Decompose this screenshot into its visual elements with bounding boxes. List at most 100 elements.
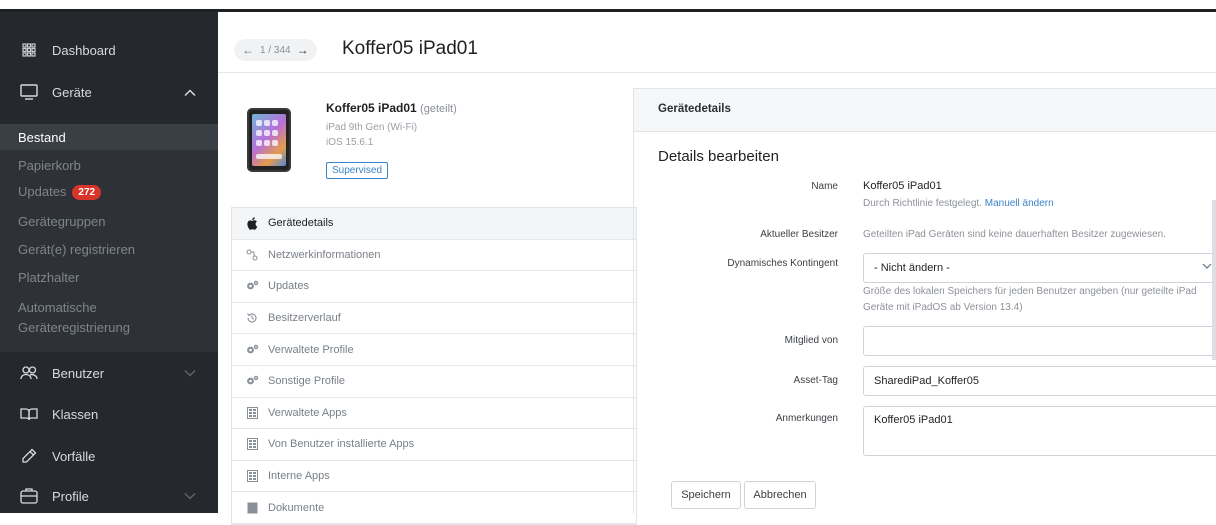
apps-icon [245,437,259,451]
device-name-text: Koffer05 iPad01 [326,101,417,115]
menu-item-label: Besitzerverlauf [268,312,341,325]
sidebar-item-registrieren[interactable]: Gerät(e) registrieren [18,242,135,257]
asset-tag-label: Asset-Tag [793,375,838,386]
owner-value: Geteilten iPad Geräten sind keine dauerh… [863,229,1166,240]
quota-hint-line-2: Geräte mit iPadOS ab Version 13.4) [863,302,1023,313]
chevron-down-icon [1202,262,1212,273]
ipad-image [247,108,291,172]
sidebar-item-label: Klassen [52,406,99,422]
sidebar-item-bestand[interactable]: Bestand [18,130,66,145]
gears-icon [245,343,259,357]
sidebar-item-klassen[interactable]: Klassen [0,402,218,426]
cancel-button[interactable]: Abbrechen [744,481,816,509]
menu-item-label: Dokumente [268,501,325,514]
chevron-down-icon [184,489,196,504]
notes-textarea[interactable]: Koffer05 iPad01 [863,406,1216,456]
name-hint-text: Durch Richtlinie festgelegt. [863,198,982,209]
monitor-icon [20,83,38,101]
shared-label: (geteilt) [420,103,457,115]
network-icon [245,248,259,262]
device-summary: Koffer05 iPad01 (geteilt) iPad 9th Gen (… [230,84,634,206]
menu-item-verwaltete-profile[interactable]: Verwaltete Profile [232,334,636,366]
section-title: Details bearbeiten [658,148,779,165]
panel-heading: Gerätedetails [658,103,731,115]
menu-item-sonstige-profile[interactable]: Sonstige Profile [232,366,636,398]
sidebar-item-label: Updates [18,184,67,199]
pen-icon [20,447,38,465]
apps-icon [245,406,259,420]
menu-item-label: Verwaltete Profile [268,343,354,356]
device-name: Koffer05 iPad01 (geteilt) [326,101,457,115]
pager-count: 1 / 344 [260,44,291,56]
asset-tag-input[interactable]: SharediPad_Koffer05 [863,366,1216,396]
quota-hint-line-1: Größe des lokalen Speichers für jeden Be… [863,286,1197,297]
apple-icon [245,216,259,230]
sidebar: Dashboard Geräte Bestand Papierkorb Upda… [0,12,218,513]
menu-item-geraetedetails[interactable]: Gerätedetails [232,208,636,240]
save-button[interactable]: Speichern [671,481,741,509]
users-icon [20,364,38,382]
menu-item-updates[interactable]: Updates [232,271,636,303]
member-label: Mitglied von [784,335,838,346]
name-value: Koffer05 iPad01 [863,180,942,192]
sidebar-item-dashboard[interactable]: Dashboard [0,38,218,62]
menu-item-netzwerk[interactable]: Netzwerkinformationen [232,240,636,272]
sidebar-item-profile[interactable]: Profile [0,484,218,508]
supervised-badge: Supervised [326,162,389,179]
sidebar-item-vorfaelle[interactable]: Vorfälle [0,444,218,468]
menu-item-label: Updates [268,280,309,293]
book-icon [20,405,38,423]
sidebar-item-papierkorb[interactable]: Papierkorb [18,158,81,173]
menu-item-interne-apps[interactable]: Interne Apps [232,461,636,493]
next-arrow-icon[interactable]: → [295,43,311,57]
name-label: Name [811,181,838,192]
profile-box-icon [20,487,38,505]
page-title: Koffer05 iPad01 [342,38,478,59]
menu-item-label: Netzwerkinformationen [268,248,381,261]
chevron-up-icon [184,85,196,100]
details-panel: Gerätedetails Details bearbeiten Name Ko… [633,88,1216,513]
apps-icon [245,469,259,483]
sidebar-item-label: Profile [52,488,89,504]
menu-item-label: Sonstige Profile [268,375,346,388]
sidebar-item-geraeteregistrierung[interactable]: Geräteregistrierung [18,320,130,335]
panel-header: Gerätedetails [634,88,1216,132]
member-input[interactable] [863,326,1216,356]
name-hint: Durch Richtlinie festgelegt. Manuell änd… [863,196,1054,212]
previous-arrow-icon[interactable]: ← [240,43,256,57]
sidebar-item-updates[interactable]: Updates 272 [18,184,102,201]
device-pager: ← 1 / 344 → [234,39,317,61]
device-model: iPad 9th Gen (Wi-Fi) [326,122,418,133]
device-os: iOS 15.6.1 [326,137,374,148]
sidebar-item-label: Dashboard [52,42,116,58]
sidebar-item-label: Vorfälle [52,448,96,464]
menu-item-label: Von Benutzer installierte Apps [268,438,415,451]
menu-item-label: Gerätedetails [268,217,334,230]
manual-change-link[interactable]: Manuell ändern [985,198,1054,209]
sidebar-item-platzhalter[interactable]: Platzhalter [18,270,79,285]
scrollbar[interactable] [1212,200,1216,360]
menu-item-verwaltete-apps[interactable]: Verwaltete Apps [232,398,636,430]
updates-count-badge: 272 [72,185,102,201]
history-icon [245,311,259,325]
dashboard-grid-icon [20,41,38,59]
quota-selected-value: - Nicht ändern - [874,262,950,274]
sidebar-item-geraetegruppen[interactable]: Gerätegruppen [18,214,105,229]
gears-icon [245,279,259,293]
sidebar-item-geraete[interactable]: Geräte [0,80,218,104]
owner-label: Aktueller Besitzer [760,229,838,240]
menu-item-dokumente[interactable]: Dokumente [232,492,636,524]
menu-item-besitzerverlauf[interactable]: Besitzerverlauf [232,303,636,335]
menu-item-benutzer-apps[interactable]: Von Benutzer installierte Apps [232,429,636,461]
quota-select[interactable]: - Nicht ändern - [863,253,1216,283]
sidebar-item-label: Benutzer [52,365,105,381]
notes-label: Anmerkungen [775,413,838,424]
sidebar-item-benutzer[interactable]: Benutzer [0,361,218,385]
sidebar-item-automatische[interactable]: Automatische [18,300,97,315]
device-menu: Gerätedetails Netzwerkinformationen Upda… [231,207,637,525]
gears-icon [245,374,259,388]
page-header: ← 1 / 344 → Koffer05 iPad01 [218,12,1216,73]
quota-hint: Größe des lokalen Speichers für jeden Be… [863,284,1197,316]
menu-item-label: Verwaltete Apps [268,406,347,419]
sidebar-item-label: Geräte [52,84,92,100]
